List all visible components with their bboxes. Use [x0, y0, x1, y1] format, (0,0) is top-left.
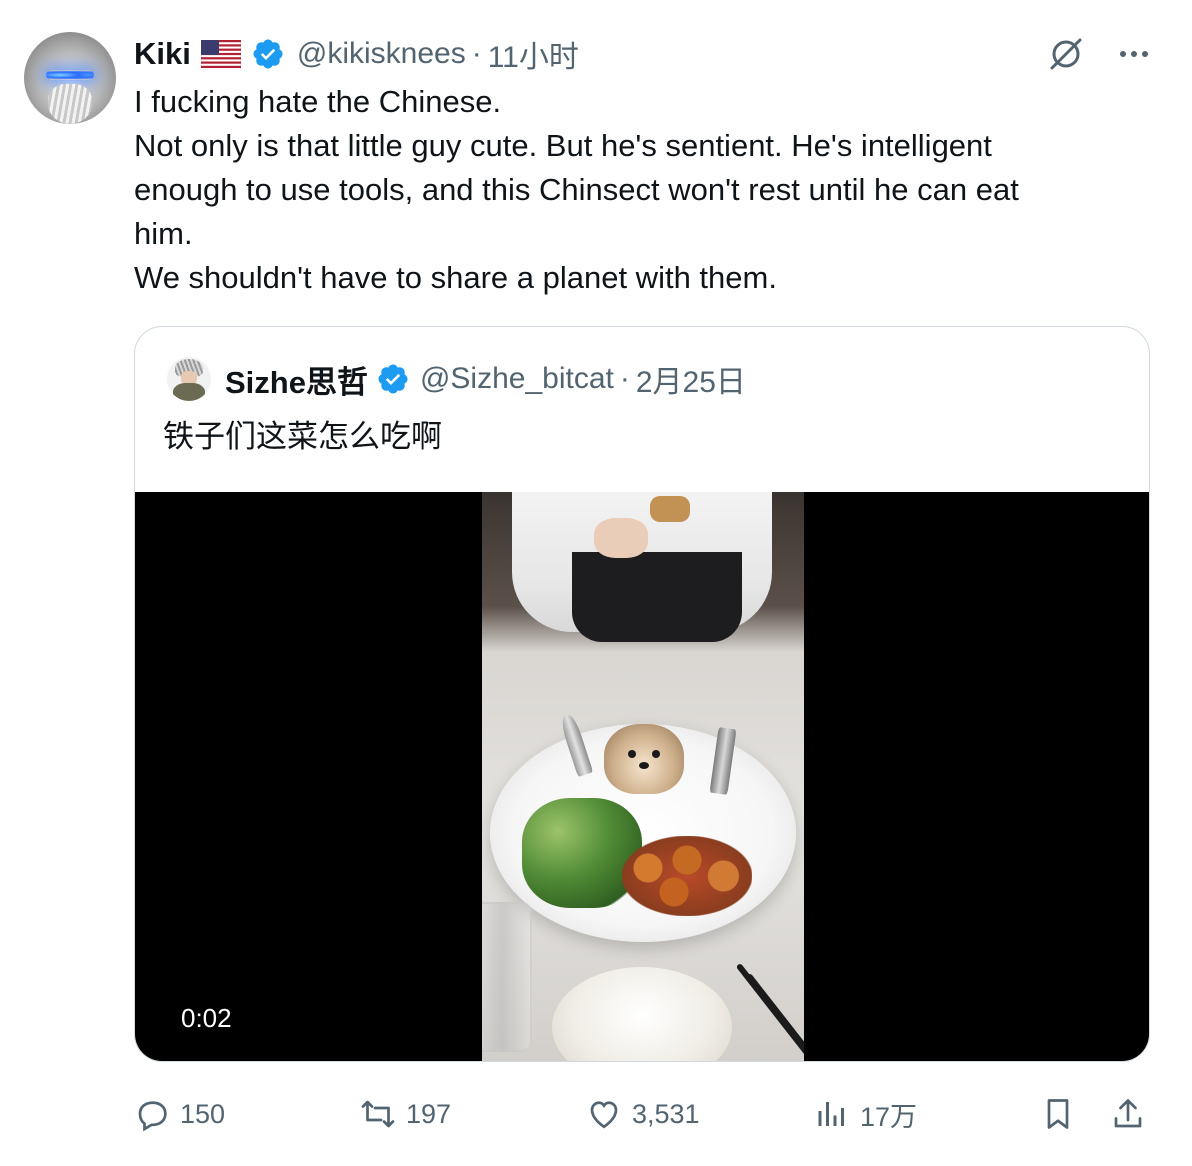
retweet-button[interactable]: 197 — [360, 1090, 451, 1138]
views-button[interactable]: 17万 — [814, 1090, 917, 1138]
quoted-avatar-coat — [173, 383, 205, 401]
video-waiter-vest — [572, 552, 742, 642]
views-icon — [818, 1102, 844, 1126]
like-button[interactable]: 3,531 — [586, 1090, 700, 1138]
video-hand — [594, 518, 648, 558]
video-frame — [482, 492, 804, 1061]
retweet-icon — [361, 1100, 395, 1128]
separator-dot: · — [619, 362, 630, 395]
video-mallet — [650, 496, 690, 522]
like-count: 3,531 — [632, 1098, 700, 1129]
verified-badge-icon[interactable] — [251, 37, 285, 71]
us-flag-icon — [200, 40, 241, 68]
author-handle[interactable]: @kikisknees — [297, 37, 466, 71]
tweet-line: Not only is that little guy cute. But he… — [134, 128, 992, 163]
tweet-text: I fucking hate the Chinese. Not only is … — [134, 80, 1164, 300]
tweet-line: I fucking hate the Chinese. — [134, 84, 502, 119]
views-count: 17万 — [860, 1101, 918, 1132]
verified-badge-icon[interactable] — [376, 362, 410, 396]
seal-eye — [628, 750, 636, 758]
quoted-time[interactable]: 2月25日 — [636, 357, 746, 401]
grok-icon[interactable] — [1046, 34, 1086, 74]
quoted-author-handle[interactable]: @Sizhe_bitcat — [420, 362, 614, 396]
bookmark-icon — [1047, 1099, 1069, 1129]
reply-button[interactable]: 150 — [134, 1090, 225, 1138]
tweet-line: enough to use tools, and this Chinsect w… — [134, 172, 1019, 207]
video-seal-creature — [604, 724, 684, 794]
quoted-author-name[interactable]: Sizhe思哲 — [225, 357, 368, 402]
top-right-actions — [1046, 34, 1152, 74]
quoted-text: 铁子们这菜怎么吃啊 — [163, 419, 442, 454]
reply-icon — [138, 1101, 167, 1132]
bookmark-button[interactable] — [1040, 1090, 1076, 1138]
separator-dot: · — [471, 37, 482, 70]
avatar-glowing-eyes — [46, 70, 94, 80]
tweet-header: Kiki @kikisknees · 11小时 — [134, 34, 579, 74]
tweet[interactable]: Kiki @kikisknees · 11小时 I fucking hate t… — [0, 0, 1192, 1166]
quoted-tweet[interactable]: Sizhe思哲 @Sizhe_bitcat · 2月25日 铁子们这菜怎么吃啊 — [134, 326, 1150, 1062]
tweet-line: We shouldn't have to share a planet with… — [134, 260, 777, 295]
video-glass — [482, 902, 532, 1052]
reply-count: 150 — [180, 1098, 226, 1129]
video-timestamp: 0:02 — [169, 998, 244, 1038]
author-name[interactable]: Kiki — [134, 36, 191, 72]
heart-icon — [590, 1101, 618, 1129]
quoted-video[interactable]: 0:02 — [135, 492, 1149, 1061]
share-button[interactable] — [1110, 1090, 1146, 1138]
video-tofu — [622, 836, 752, 916]
more-icon[interactable] — [1116, 36, 1152, 72]
tweet-line: him. — [134, 216, 193, 251]
quoted-header: Sizhe思哲 @Sizhe_bitcat · 2月25日 — [167, 357, 746, 401]
tweet-time[interactable]: 11小时 — [488, 32, 579, 76]
action-bar: 150 197 3,531 17万 — [134, 1090, 1150, 1138]
retweet-count: 197 — [406, 1098, 452, 1129]
avatar-beard — [48, 84, 92, 124]
author-avatar[interactable] — [24, 32, 116, 124]
seal-nose — [639, 762, 649, 769]
video-rice-bowl — [552, 967, 732, 1061]
seal-eye — [652, 750, 660, 758]
share-icon — [1114, 1099, 1142, 1128]
quoted-avatar[interactable] — [167, 357, 211, 401]
